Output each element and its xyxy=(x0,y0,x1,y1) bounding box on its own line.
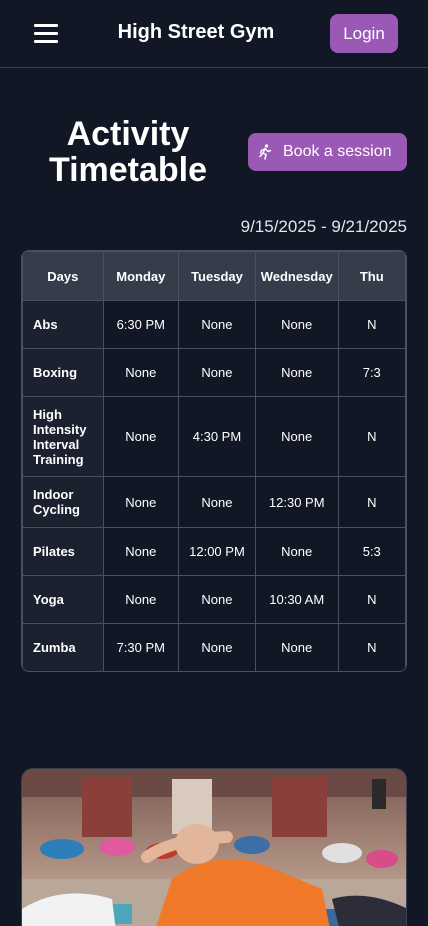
table-cell: None xyxy=(102,348,180,397)
table-row: Boxing None None None 7:3 xyxy=(22,348,406,397)
activity-name: Zumba xyxy=(22,623,104,671)
table-cell: None xyxy=(254,527,339,576)
table-cell: None xyxy=(254,300,339,349)
table-cell: None xyxy=(254,396,339,477)
table-cell: 7:30 PM xyxy=(102,623,180,671)
table-cell: 7:3 xyxy=(337,348,406,397)
running-person-icon xyxy=(259,144,272,160)
table-cell: None xyxy=(178,623,256,671)
hamburger-menu-icon[interactable] xyxy=(34,24,58,44)
table-cell: 10:30 AM xyxy=(254,575,339,624)
activity-name: Pilates xyxy=(22,527,104,576)
timetable: Days Monday Tuesday Wednesday Thu Abs 6:… xyxy=(22,251,406,671)
table-row: High Intensity Interval Training None 4:… xyxy=(22,396,406,477)
table-cell: None xyxy=(254,623,339,671)
column-header: Monday xyxy=(102,251,180,301)
navbar: High Street Gym Login xyxy=(0,0,428,68)
table-cell: None xyxy=(254,348,339,397)
login-button[interactable]: Login xyxy=(330,14,398,53)
date-range: 9/15/2025 - 9/21/2025 xyxy=(240,217,407,236)
table-row: Indoor Cycling None None 12:30 PM N xyxy=(22,476,406,528)
table-cell: 5:3 xyxy=(337,527,406,576)
table-cell: 6:30 PM xyxy=(102,300,180,349)
table-row: Pilates None 12:00 PM None 5:3 xyxy=(22,527,406,576)
table-cell: None xyxy=(102,396,180,477)
table-cell: None xyxy=(178,476,256,528)
table-cell: N xyxy=(337,575,406,624)
column-header: Wednesday xyxy=(254,251,339,301)
activity-name: Indoor Cycling xyxy=(22,476,104,528)
table-cell: None xyxy=(178,300,256,349)
activity-name: High Intensity Interval Training xyxy=(22,396,104,477)
table-header-row: Days Monday Tuesday Wednesday Thu xyxy=(22,251,406,301)
class-photo-illustration xyxy=(22,769,406,926)
table-cell: 12:00 PM xyxy=(178,527,256,576)
table-cell: None xyxy=(102,527,180,576)
brand-title[interactable]: High Street Gym xyxy=(110,21,282,44)
table-cell: N xyxy=(337,396,406,477)
table-cell: N xyxy=(337,623,406,671)
book-session-button[interactable]: Book a session xyxy=(248,133,407,171)
column-header: Tuesday xyxy=(178,251,256,301)
column-header: Days xyxy=(22,251,104,301)
book-session-label: Book a session xyxy=(283,143,392,160)
timetable-container[interactable]: Days Monday Tuesday Wednesday Thu Abs 6:… xyxy=(21,250,407,672)
page-title: Activity Timetable xyxy=(48,115,208,189)
pilates-class-photo xyxy=(21,768,407,926)
table-cell: 4:30 PM xyxy=(178,396,256,477)
table-cell: None xyxy=(178,575,256,624)
activity-name: Boxing xyxy=(22,348,104,397)
table-row: Yoga None None 10:30 AM N xyxy=(22,575,406,624)
table-row: Abs 6:30 PM None None N xyxy=(22,300,406,349)
activity-name: Yoga xyxy=(22,575,104,624)
table-cell: None xyxy=(102,575,180,624)
table-cell: None xyxy=(178,348,256,397)
table-cell: None xyxy=(102,476,180,528)
table-cell: 12:30 PM xyxy=(254,476,339,528)
table-cell: N xyxy=(337,300,406,349)
table-row: Zumba 7:30 PM None None N xyxy=(22,623,406,671)
activity-name: Abs xyxy=(22,300,104,349)
table-cell: N xyxy=(337,476,406,528)
column-header: Thu xyxy=(337,251,406,301)
